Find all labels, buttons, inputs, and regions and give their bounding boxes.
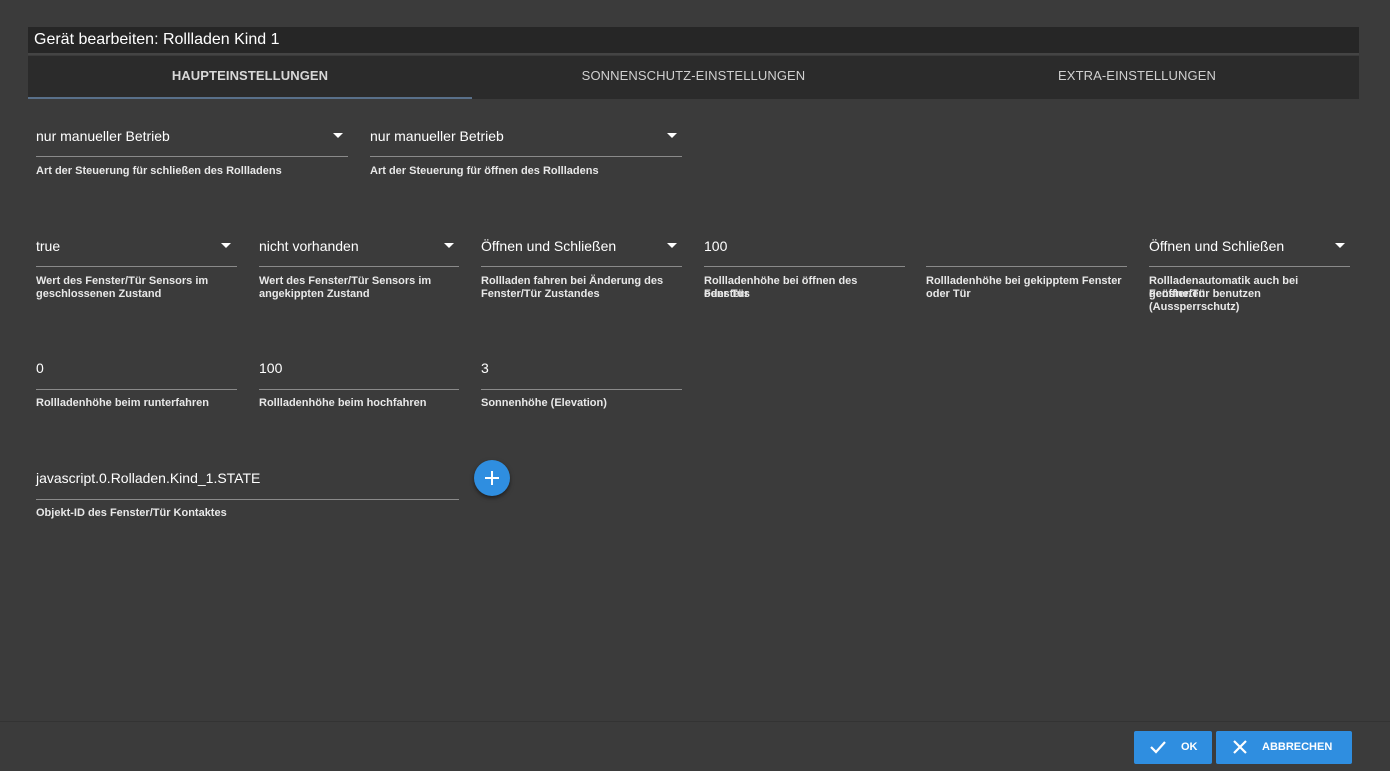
ok-button[interactable]: OK — [1134, 731, 1212, 764]
chevron-down-icon — [1335, 243, 1345, 248]
chevron-down-icon — [221, 243, 231, 248]
tab-main-settings[interactable]: HAUPTEINSTELLUNGEN — [28, 56, 472, 99]
cancel-button[interactable]: ABBRECHEN — [1216, 731, 1352, 764]
sensor-closed-help-line1: Wert des Fenster/Tür Sensors im — [36, 275, 209, 287]
height-up-help: Rollladenhöhe beim hochfahren — [259, 397, 427, 409]
open-control-value: nur manueller Betrieb — [370, 128, 504, 144]
field-underline — [36, 499, 459, 500]
close-control-help: Art der Steuerung für schließen des Roll… — [36, 165, 282, 177]
height-tilted-window-input[interactable]: Rollladenhöhe bei gekipptem Fenster oder… — [926, 238, 1127, 304]
add-object-button[interactable] — [474, 460, 510, 496]
sensor-tilted-value: nicht vorhanden — [259, 238, 359, 254]
field-underline — [481, 389, 682, 390]
lockout-protection-value: Öffnen und Schließen — [1149, 238, 1285, 254]
close-icon — [1233, 740, 1247, 754]
tab-sun-protection-settings[interactable]: SONNENSCHUTZ-EINSTELLUNGEN — [472, 56, 915, 99]
height-tilted-window-help-line1: Rollladenhöhe bei gekipptem Fenster — [926, 275, 1122, 287]
tab-extra-settings[interactable]: EXTRA-EINSTELLUNGEN — [915, 56, 1359, 99]
object-id-help: Objekt-ID des Fenster/Tür Kontaktes — [36, 507, 227, 519]
height-tilted-window-help-line2: oder Tür — [926, 288, 971, 300]
chevron-down-icon — [333, 133, 343, 138]
close-control-value: nur manueller Betrieb — [36, 128, 170, 144]
ok-button-label: OK — [1181, 741, 1198, 753]
chevron-down-icon — [667, 133, 677, 138]
height-open-window-help-line2: oder Tür — [704, 288, 749, 300]
field-underline — [259, 389, 459, 390]
height-open-window-input[interactable]: 100 Rollladenhöhe bei öffnen des Fenster… — [704, 238, 905, 304]
move-on-change-help-line2: Fenster/Tür Zustandes — [481, 288, 600, 300]
chevron-down-icon — [444, 243, 454, 248]
field-underline — [36, 156, 348, 157]
sensor-tilted-select[interactable]: nicht vorhanden Wert des Fenster/Tür Sen… — [259, 238, 459, 304]
sensor-closed-select[interactable]: true Wert des Fenster/Tür Sensors im ges… — [36, 238, 237, 304]
height-up-input[interactable]: 100 Rollladenhöhe beim hochfahren — [259, 360, 459, 412]
field-underline — [926, 266, 1127, 267]
height-down-value: 0 — [36, 360, 44, 376]
chevron-down-icon — [667, 243, 677, 248]
lockout-protection-select[interactable]: Öffnen und Schließen Rollladenautomatik … — [1149, 238, 1350, 313]
active-tab-indicator — [28, 97, 472, 99]
cancel-button-label: ABBRECHEN — [1262, 741, 1333, 753]
elevation-help: Sonnenhöhe (Elevation) — [481, 397, 607, 409]
open-control-help: Art der Steuerung für öffnen des Rolllad… — [370, 165, 599, 177]
sensor-closed-value: true — [36, 238, 61, 254]
move-on-change-value: Öffnen und Schließen — [481, 238, 617, 254]
object-id-input[interactable]: javascript.0.Rolladen.Kind_1.STATE Objek… — [36, 470, 459, 522]
field-underline — [1149, 266, 1350, 267]
plus-icon-vertical — [491, 471, 493, 485]
height-down-help: Rollladenhöhe beim runterfahren — [36, 397, 209, 409]
lockout-protection-help-line2: Fenster/Tür benutzen (Aussperrschutz) — [1149, 288, 1261, 313]
footer-divider — [0, 721, 1390, 722]
field-underline — [36, 266, 237, 267]
object-id-value: javascript.0.Rolladen.Kind_1.STATE — [36, 470, 261, 486]
height-up-value: 100 — [259, 360, 283, 376]
move-on-change-select[interactable]: Öffnen und Schließen Rollladen fahren be… — [481, 238, 682, 304]
field-underline — [704, 266, 905, 267]
sensor-closed-help-line2: geschlossenen Zustand — [36, 288, 162, 300]
elevation-value: 3 — [481, 360, 489, 376]
field-underline — [36, 389, 237, 390]
sensor-tilted-help-line1: Wert des Fenster/Tür Sensors im — [259, 275, 432, 287]
field-underline — [259, 266, 459, 267]
edit-device-dialog: Gerät bearbeiten: Rollladen Kind 1 HAUPT… — [0, 0, 1390, 771]
dialog-title-bar: Gerät bearbeiten: Rollladen Kind 1 — [28, 27, 1359, 55]
open-control-select[interactable]: nur manueller Betrieb Art der Steuerung … — [370, 128, 682, 188]
close-control-select[interactable]: nur manueller Betrieb Art der Steuerung … — [36, 128, 348, 188]
dialog-title: Gerät bearbeiten: Rollladen Kind 1 — [34, 31, 280, 48]
tab-bar: HAUPTEINSTELLUNGEN SONNENSCHUTZ-EINSTELL… — [28, 56, 1359, 99]
check-icon — [1150, 741, 1166, 754]
elevation-input[interactable]: 3 Sonnenhöhe (Elevation) — [481, 360, 682, 412]
sensor-tilted-help-line2: angekippten Zustand — [259, 288, 370, 300]
field-underline — [481, 266, 682, 267]
height-down-input[interactable]: 0 Rollladenhöhe beim runterfahren — [36, 360, 237, 412]
move-on-change-help-line1: Rollladen fahren bei Änderung des — [481, 275, 664, 287]
field-underline — [370, 156, 682, 157]
height-open-window-value: 100 — [704, 238, 728, 254]
